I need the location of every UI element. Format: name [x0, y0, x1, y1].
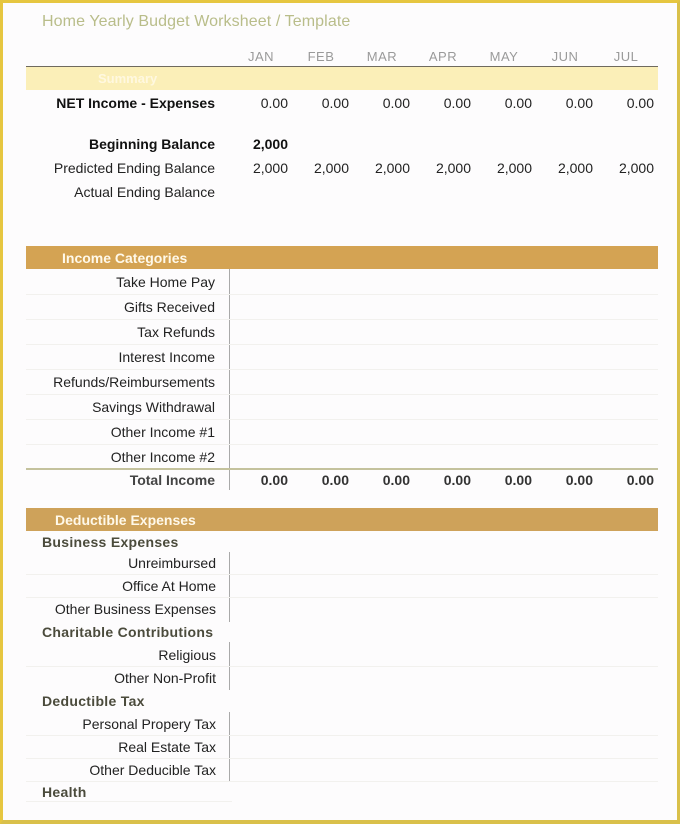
total-income-feb: 0.00 — [321, 472, 349, 488]
expense-row-label: Personal Propery Tax — [82, 716, 216, 732]
expense-row-label: Real Estate Tax — [118, 739, 216, 755]
group-business-expenses: Business Expenses — [42, 534, 179, 550]
net-income-jun[interactable]: 0.00 — [533, 95, 593, 111]
income-section-bar: Income Categories — [26, 246, 658, 269]
expense-row-label: Office At Home — [122, 578, 216, 594]
total-income-jan: 0.00 — [260, 472, 288, 488]
net-income-label: NET Income - Expenses — [56, 95, 215, 111]
month-header-may: MAY — [489, 49, 519, 64]
row-divider — [26, 394, 658, 395]
expense-row-label: Other Business Expenses — [54, 601, 216, 617]
total-income-may: 0.00 — [504, 472, 532, 488]
row-divider — [26, 801, 232, 802]
income-section-label: Income Categories — [62, 250, 188, 266]
row-divider — [26, 574, 658, 575]
group-column-divider — [229, 552, 230, 622]
deductible-section-label: Deductible Expenses — [55, 512, 196, 528]
net-income-jul[interactable]: 0.00 — [594, 95, 654, 111]
worksheet-title: Home Yearly Budget Worksheet / Template — [42, 13, 351, 30]
row-divider — [26, 735, 658, 736]
total-income-divider — [26, 468, 658, 470]
beginning-balance-label: Beginning Balance — [88, 136, 215, 152]
month-header-apr: APR — [428, 49, 458, 64]
month-header-jul: JUL — [613, 49, 639, 64]
row-divider — [26, 369, 658, 370]
group-charitable-contributions: Charitable Contributions — [42, 624, 214, 640]
row-divider — [26, 319, 658, 320]
income-column-divider — [229, 269, 230, 490]
net-income-apr[interactable]: 0.00 — [411, 95, 471, 111]
income-row-label: Other Income #2 — [110, 449, 215, 465]
predicted-ending-jan[interactable]: 2,000 — [228, 160, 288, 176]
income-row-label: Interest Income — [118, 349, 216, 365]
income-row-label: Refunds/Reimbursements — [53, 374, 215, 390]
total-income-label: Total Income — [129, 472, 215, 488]
row-divider — [26, 666, 658, 667]
net-income-feb[interactable]: 0.00 — [289, 95, 349, 111]
group-column-divider — [229, 712, 230, 782]
income-row-label: Tax Refunds — [137, 324, 215, 340]
predicted-ending-jul[interactable]: 2,000 — [594, 160, 654, 176]
net-income-jan[interactable]: 0.00 — [228, 95, 288, 111]
total-income-jun: 0.00 — [565, 472, 593, 488]
row-divider — [26, 781, 658, 782]
total-income-apr: 0.00 — [443, 472, 471, 488]
row-divider — [26, 444, 658, 445]
summary-section-label: Summary — [98, 71, 158, 86]
month-header-jan: JAN — [247, 49, 275, 64]
month-header-jun: JUN — [551, 49, 579, 64]
row-divider — [26, 419, 658, 420]
group-deductible-tax: Deductible Tax — [42, 693, 145, 709]
predicted-ending-may[interactable]: 2,000 — [472, 160, 532, 176]
beginning-balance-value[interactable]: 2,000 — [228, 136, 288, 152]
actual-ending-label: Actual Ending Balance — [74, 184, 215, 200]
row-divider — [26, 597, 658, 598]
total-income-jul: 0.00 — [626, 472, 654, 488]
month-header-feb: FEB — [307, 49, 335, 64]
group-health: Health — [42, 784, 87, 800]
expense-row-label: Religious — [158, 647, 216, 663]
deductible-section-bar: Deductible Expenses — [26, 508, 658, 531]
income-row-label: Other Income #1 — [110, 424, 215, 440]
month-header-mar: MAR — [366, 49, 398, 64]
total-income-mar: 0.00 — [382, 472, 410, 488]
predicted-ending-apr[interactable]: 2,000 — [411, 160, 471, 176]
expense-row-label: Unreimbursed — [128, 555, 216, 571]
row-divider — [26, 294, 658, 295]
predicted-ending-jun[interactable]: 2,000 — [533, 160, 593, 176]
expense-row-label: Other Non-Profit — [114, 670, 216, 686]
income-row-label: Take Home Pay — [116, 274, 215, 290]
predicted-ending-mar[interactable]: 2,000 — [350, 160, 410, 176]
income-row-label: Savings Withdrawal — [92, 399, 215, 415]
income-row-label: Gifts Received — [123, 299, 215, 315]
row-divider — [26, 758, 658, 759]
summary-section-bar: Summary — [26, 67, 658, 90]
net-income-mar[interactable]: 0.00 — [350, 95, 410, 111]
predicted-ending-label: Predicted Ending Balance — [53, 160, 215, 176]
net-income-may[interactable]: 0.00 — [472, 95, 532, 111]
expense-row-label: Other Deducible Tax — [89, 762, 216, 778]
predicted-ending-feb[interactable]: 2,000 — [289, 160, 349, 176]
row-divider — [26, 344, 658, 345]
